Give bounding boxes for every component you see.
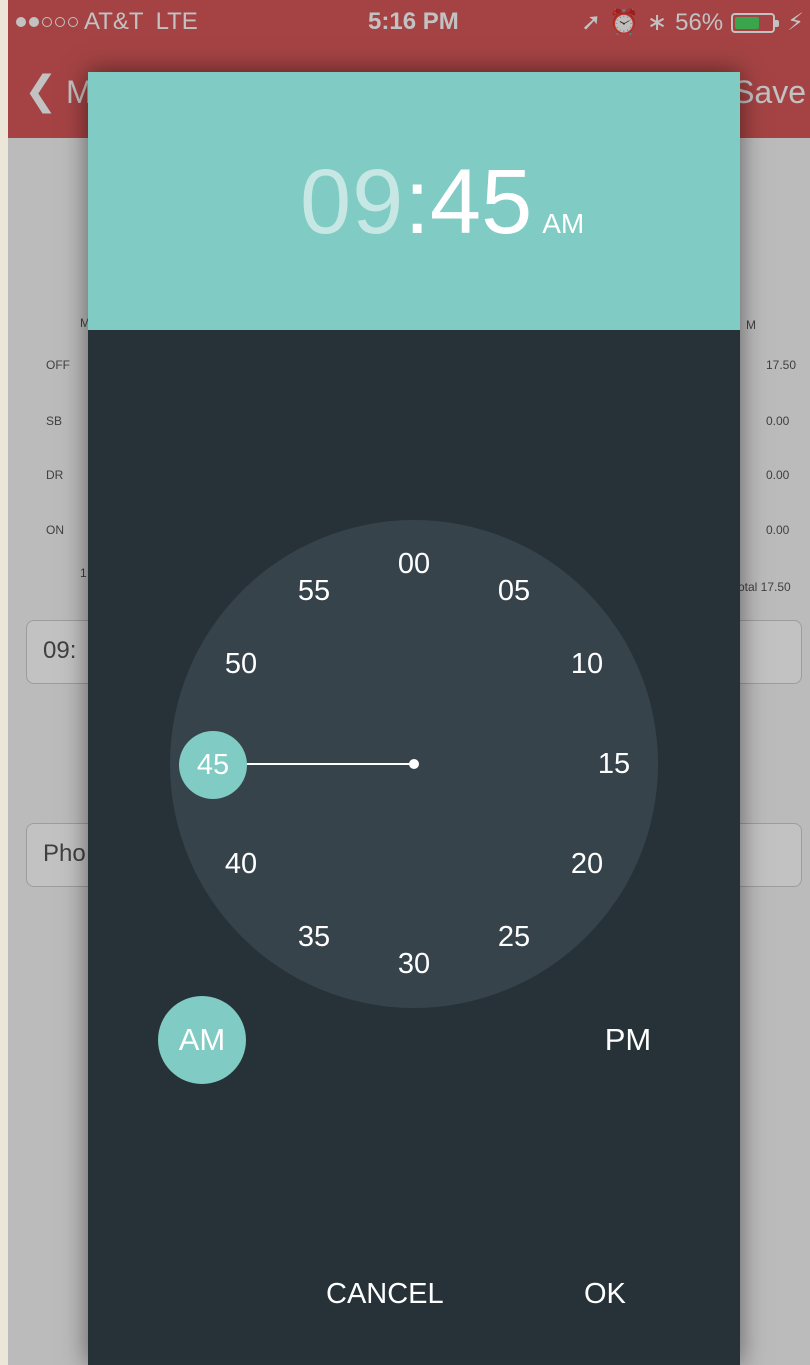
minute-10[interactable]: 10	[557, 644, 617, 684]
time-picker-dialog: 09 : 45 AM 00 05 10 15 20 25 30 35 40 45…	[88, 72, 740, 1365]
clock-center-dot	[409, 759, 419, 769]
minute-25[interactable]: 25	[484, 917, 544, 957]
ok-button[interactable]: OK	[584, 1278, 626, 1311]
time-picker-header: 09 : 45 AM	[88, 72, 740, 330]
pm-button[interactable]: PM	[588, 1016, 668, 1064]
minute-45-selected[interactable]: 45	[179, 731, 247, 799]
phone-screen: AT&T LTE 5:16 PM ➚ ⏰ ∗ 56% ⚡ ❮ M Save M …	[8, 0, 810, 1365]
time-separator: :	[404, 151, 430, 253]
hour-display[interactable]: 09	[300, 150, 404, 255]
time-display: 09 : 45 AM	[300, 150, 584, 255]
minute-55[interactable]: 55	[284, 571, 344, 611]
minute-display[interactable]: 45	[430, 150, 532, 255]
minute-05[interactable]: 05	[484, 571, 544, 611]
cancel-button[interactable]: CANCEL	[326, 1278, 444, 1311]
minute-30[interactable]: 30	[384, 944, 444, 984]
minute-clock-face[interactable]: 00 05 10 15 20 25 30 35 40 45 50 55	[170, 520, 658, 1008]
minute-35[interactable]: 35	[284, 917, 344, 957]
period-display: AM	[542, 208, 585, 239]
minute-20[interactable]: 20	[557, 844, 617, 884]
minute-50[interactable]: 50	[211, 644, 271, 684]
minute-40[interactable]: 40	[211, 844, 271, 884]
am-button[interactable]: AM	[158, 996, 246, 1084]
minute-00[interactable]: 00	[384, 544, 444, 584]
minute-15[interactable]: 15	[584, 744, 644, 784]
